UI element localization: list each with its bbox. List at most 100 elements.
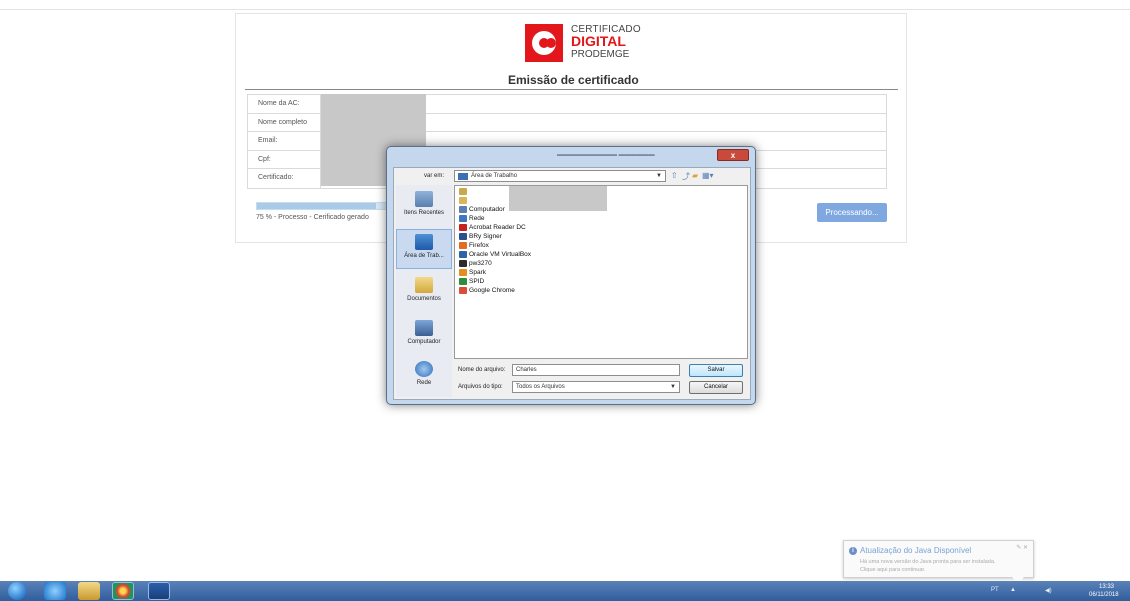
back-icon[interactable]: ⇧	[671, 171, 678, 180]
list-item[interactable]	[459, 196, 469, 205]
file-icon	[459, 260, 467, 267]
filetype-value: Todos os Arquivos	[516, 384, 565, 390]
file-name: BRy Signer	[469, 233, 502, 240]
recent-items-icon	[415, 191, 433, 207]
tray-expand-icon[interactable]: ▲	[1010, 587, 1016, 593]
notification-line2: Clique aqui para continuar.	[860, 567, 926, 573]
list-item[interactable]: Oracle VM VirtualBox	[459, 250, 531, 259]
dialog-title-blurred: ▬▬▬▬▬▬▬▬▬▬ ▬▬▬▬▬▬	[557, 152, 655, 158]
clock-time[interactable]: 13:33	[1099, 584, 1114, 590]
desktop-icon	[415, 234, 433, 250]
field-label: Email:	[258, 137, 278, 144]
field-label: Certificado:	[258, 174, 294, 181]
language-indicator[interactable]: PT	[991, 587, 999, 593]
location-value: Área de Trabalho	[471, 173, 518, 179]
filename-label: Nome do arquivo:	[458, 367, 506, 373]
place-label: Área de Trab...	[404, 253, 444, 259]
place-computer[interactable]: Computador	[396, 316, 452, 356]
top-divider	[0, 9, 1130, 10]
list-item[interactable]: Spark	[459, 268, 486, 277]
progress-fill	[257, 203, 376, 209]
documents-icon	[415, 277, 433, 293]
save-in-label: var em:	[424, 173, 445, 179]
file-name: Google Chrome	[469, 287, 515, 294]
file-explorer-icon[interactable]	[78, 582, 100, 600]
field-label: Nome completo	[258, 118, 308, 126]
notification-line1: Há uma nova versão do Java pronta para s…	[860, 559, 996, 565]
place-recent-items[interactable]: Itens Recentes	[396, 187, 452, 227]
close-button[interactable]: x	[717, 149, 749, 161]
file-icon	[459, 269, 467, 276]
list-item[interactable]: Google Chrome	[459, 286, 515, 295]
info-icon: i	[849, 547, 857, 555]
list-item[interactable]: Firefox	[459, 241, 489, 250]
chevron-down-icon: ▼	[670, 384, 676, 390]
file-name: pw3270	[469, 260, 492, 267]
library-icon	[459, 188, 467, 195]
place-label: Rede	[416, 380, 432, 386]
save-file-dialog: ▬▬▬▬▬▬▬▬▬▬ ▬▬▬▬▬▬ x var em: Área de Trab…	[386, 146, 756, 405]
processing-button[interactable]: Processando...	[817, 203, 887, 222]
list-item[interactable]: Computador	[459, 205, 505, 214]
file-list: Computador Rede Acrobat Reader DC BRy Si…	[454, 185, 748, 359]
notification-title: Atualização do Java Disponível	[860, 546, 972, 555]
file-icon	[459, 287, 467, 294]
user-folder-icon	[459, 197, 467, 204]
progress-status-text: 75 % - Processo - Cerificado gerado	[256, 214, 369, 221]
file-icon	[459, 233, 467, 240]
place-label: Computador	[407, 339, 441, 345]
view-menu-icon[interactable]: ▦▾	[702, 171, 714, 180]
file-name: Oracle VM VirtualBox	[469, 251, 532, 258]
list-item[interactable]: Acrobat Reader DC	[459, 223, 526, 232]
file-name: Spark	[469, 269, 486, 276]
filetype-dropdown[interactable]: Todos os Arquivos ▼	[512, 381, 680, 393]
file-name: Firefox	[469, 242, 489, 249]
word-icon[interactable]	[148, 582, 170, 600]
list-item[interactable]: BRy Signer	[459, 232, 502, 241]
file-icon	[459, 224, 467, 231]
file-name: Rede	[469, 215, 485, 222]
prodemge-logo: CERTIFICADO DIGITAL PRODEMGE	[525, 24, 645, 64]
save-button[interactable]: Salvar	[689, 364, 743, 377]
start-button-icon[interactable]	[8, 582, 26, 600]
cancel-button[interactable]: Cancelar	[689, 381, 743, 394]
place-documents[interactable]: Documentos	[396, 273, 452, 313]
chevron-down-icon: ▼	[656, 173, 662, 179]
redacted-item-block	[509, 186, 607, 211]
dialog-body: var em: Área de Trabalho ▼ ⇧ ⤴ ▰ ▦▾ Iten…	[393, 167, 751, 400]
places-bar: Itens Recentes Área de Trab... Documento…	[396, 185, 452, 397]
chrome-icon[interactable]	[112, 582, 134, 600]
close-icon[interactable]: ✎ ✕	[1016, 544, 1028, 551]
volume-icon[interactable]: ◀)	[1045, 587, 1052, 594]
location-dropdown[interactable]: Área de Trabalho ▼	[454, 170, 666, 182]
file-name: Acrobat Reader DC	[469, 224, 526, 231]
place-label: Documentos	[407, 296, 441, 302]
new-folder-icon[interactable]: ▰	[692, 171, 698, 180]
file-icon	[459, 215, 467, 222]
logo-text-prodemge: PRODEMGE	[571, 49, 630, 60]
computer-icon	[415, 320, 433, 336]
java-update-notification[interactable]: i Atualização do Java Disponível ✎ ✕ Há …	[843, 540, 1034, 578]
desktop-small-icon	[458, 173, 468, 180]
list-item[interactable]: pw3270	[459, 259, 492, 268]
file-icon	[459, 278, 467, 285]
taskbar: PT ▲ ◀) 13:33 06/11/2018	[0, 581, 1130, 601]
filename-input[interactable]: Charles	[512, 364, 680, 376]
up-folder-icon[interactable]: ⤴	[682, 171, 690, 182]
list-item[interactable]: Rede	[459, 214, 485, 223]
file-icon	[459, 242, 467, 249]
list-item[interactable]: SPID	[459, 277, 484, 286]
file-name: Computador	[469, 206, 505, 213]
place-network[interactable]: Rede	[396, 357, 452, 397]
network-icon	[415, 361, 433, 377]
internet-explorer-icon[interactable]	[44, 582, 66, 600]
page-title: Emissão de certificado	[508, 73, 639, 87]
field-label: Nome da AC:	[258, 100, 300, 107]
file-name: SPID	[469, 278, 485, 285]
clock-date[interactable]: 06/11/2018	[1089, 592, 1119, 598]
file-icon	[459, 251, 467, 258]
place-desktop[interactable]: Área de Trab...	[396, 229, 452, 269]
filetype-label: Arquivos do tipo:	[458, 384, 503, 390]
list-item[interactable]	[459, 187, 469, 196]
logo-mark-icon	[525, 24, 563, 62]
